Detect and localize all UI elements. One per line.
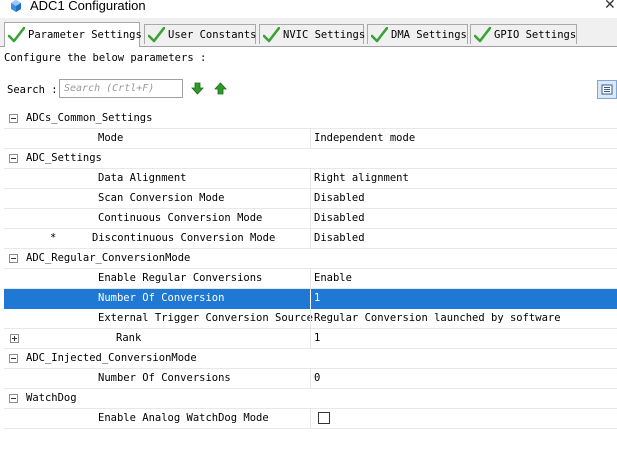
group-name: WatchDog	[26, 392, 77, 404]
param-name: Number Of Conversions	[98, 372, 231, 384]
param-name: Enable Analog WatchDog Mode	[98, 412, 269, 424]
param-value[interactable]: Disabled	[314, 232, 365, 244]
param-row-external-trigger-conversion-source[interactable]: External Trigger Conversion Source Regul…	[4, 309, 617, 329]
parameter-panel: Configure the below parameters : Search …	[0, 47, 617, 466]
group-name: ADC_Settings	[26, 152, 102, 164]
column-divider	[310, 129, 311, 149]
param-name: External Trigger Conversion Source	[98, 312, 313, 324]
param-value[interactable]: 1	[314, 292, 320, 304]
param-name: Continuous Conversion Mode	[98, 212, 263, 224]
group-row-adc-injected-conversionmode[interactable]: ADC_Injected_ConversionMode	[4, 349, 617, 369]
close-icon[interactable]: ✕	[604, 0, 616, 13]
green-check-icon	[8, 27, 25, 43]
param-row-number-of-conversions[interactable]: Number Of Conversions 0	[4, 369, 617, 389]
param-row-mode[interactable]: Mode Independent mode	[4, 129, 617, 149]
param-value[interactable]: Disabled	[314, 212, 365, 224]
param-value[interactable]: Enable	[314, 272, 352, 284]
watchdog-checkbox[interactable]	[318, 412, 330, 424]
collapse-icon[interactable]	[9, 354, 18, 363]
list-view-button[interactable]	[597, 80, 617, 99]
tab-gpio-settings[interactable]: GPIO Settings	[470, 24, 577, 44]
param-row-discontinuous-conversion-mode[interactable]: * Discontinuous Conversion Mode Disabled	[4, 229, 617, 249]
group-name: ADCs_Common_Settings	[26, 112, 153, 124]
param-value[interactable]: Independent mode	[314, 132, 415, 144]
param-row-continuous-conversion-mode[interactable]: Continuous Conversion Mode Disabled	[4, 209, 617, 229]
group-name: ADC_Regular_ConversionMode	[26, 252, 191, 264]
column-divider	[310, 409, 311, 429]
param-row-number-of-conversion[interactable]: Number Of Conversion 1	[4, 289, 617, 309]
group-name: ADC_Injected_ConversionMode	[26, 352, 197, 364]
param-name: Scan Conversion Mode	[98, 192, 225, 204]
tab-label: Parameter Settings	[28, 29, 142, 41]
cube-app-icon	[11, 0, 21, 12]
tab-label: DMA Settings	[391, 28, 467, 41]
instruction-text: Configure the below parameters :	[4, 52, 207, 64]
param-name: Mode	[98, 132, 124, 144]
green-check-icon	[148, 26, 165, 42]
title-bar: ADC1 Configuration ✕	[0, 0, 617, 18]
param-row-scan-conversion-mode[interactable]: Scan Conversion Mode Disabled	[4, 189, 617, 209]
modified-marker: *	[50, 232, 57, 244]
column-divider	[310, 229, 311, 249]
column-divider	[310, 169, 311, 189]
tab-label: GPIO Settings	[494, 28, 577, 41]
green-check-icon	[371, 26, 388, 42]
group-row-watchdog[interactable]: WatchDog	[4, 389, 617, 409]
column-divider	[310, 329, 311, 349]
collapse-icon[interactable]	[9, 154, 18, 163]
param-name: Data Alignment	[98, 172, 187, 184]
column-divider	[310, 189, 311, 209]
tab-parameter-settings[interactable]: Parameter Settings	[4, 22, 142, 47]
column-divider	[310, 269, 311, 289]
parameter-tree: ADCs_Common_Settings Mode Independent mo…	[4, 109, 617, 429]
search-input[interactable]	[59, 79, 183, 98]
window-title: ADC1 Configuration	[30, 0, 146, 13]
group-row-adc-regular-conversionmode[interactable]: ADC_Regular_ConversionMode	[4, 249, 617, 269]
expand-icon[interactable]	[10, 334, 19, 343]
collapse-icon[interactable]	[9, 254, 18, 263]
param-name: Discontinuous Conversion Mode	[92, 232, 276, 244]
param-row-data-alignment[interactable]: Data Alignment Right alignment	[4, 169, 617, 189]
search-label: Search :	[7, 84, 58, 96]
tab-bar: Parameter Settings User Constants NVIC S…	[0, 22, 617, 47]
tab-label: User Constants	[168, 28, 257, 41]
tab-dma-settings[interactable]: DMA Settings	[367, 24, 468, 44]
green-check-icon	[474, 26, 491, 42]
column-divider	[310, 289, 311, 309]
green-check-icon	[263, 26, 280, 42]
subgroup-row-rank[interactable]: Rank 1	[4, 329, 617, 349]
param-value[interactable]: Disabled	[314, 192, 365, 204]
tab-nvic-settings[interactable]: NVIC Settings	[259, 24, 366, 44]
param-value[interactable]: Regular Conversion launched by software	[314, 312, 561, 324]
param-row-enable-regular-conversions[interactable]: Enable Regular Conversions Enable	[4, 269, 617, 289]
param-name: Rank	[116, 332, 142, 344]
param-value[interactable]: Right alignment	[314, 172, 409, 184]
column-divider	[310, 369, 311, 389]
collapse-icon[interactable]	[9, 114, 18, 123]
param-value[interactable]: 0	[314, 372, 320, 384]
group-row-adcs-common-settings[interactable]: ADCs_Common_Settings	[4, 109, 617, 129]
param-row-enable-analog-watchdog-mode[interactable]: Enable Analog WatchDog Mode	[4, 409, 617, 429]
arrow-down-icon[interactable]	[191, 82, 204, 95]
tab-user-constants[interactable]: User Constants	[144, 24, 257, 44]
column-divider	[310, 209, 311, 229]
tab-label: NVIC Settings	[283, 28, 366, 41]
param-value[interactable]: 1	[314, 332, 320, 344]
collapse-icon[interactable]	[9, 394, 18, 403]
group-row-adc-settings[interactable]: ADC_Settings	[4, 149, 617, 169]
param-name: Number Of Conversion	[98, 292, 225, 304]
list-view-icon	[601, 84, 613, 95]
column-divider	[310, 309, 311, 329]
param-name: Enable Regular Conversions	[98, 272, 263, 284]
arrow-up-icon[interactable]	[214, 82, 227, 95]
